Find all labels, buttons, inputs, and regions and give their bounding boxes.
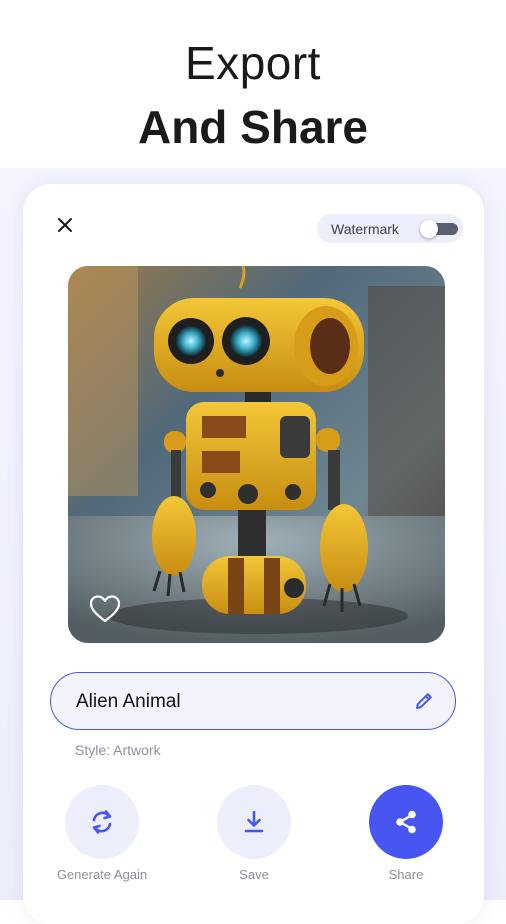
save-button[interactable] bbox=[217, 785, 291, 859]
generate-again-button[interactable] bbox=[65, 785, 139, 859]
prompt-title-text: Alien Animal bbox=[76, 691, 181, 712]
close-button[interactable] bbox=[50, 210, 80, 240]
robot-illustration bbox=[68, 266, 445, 643]
promo-title-line1: Export bbox=[185, 37, 321, 89]
share-label: Share bbox=[388, 867, 424, 882]
refresh-icon bbox=[92, 810, 112, 834]
prompt-title-field[interactable]: Alien Animal bbox=[50, 672, 456, 730]
pencil-icon bbox=[416, 693, 432, 709]
heart-outline-icon bbox=[89, 595, 121, 623]
generated-artwork-image bbox=[68, 266, 445, 643]
favorite-button[interactable] bbox=[88, 593, 122, 625]
watermark-label: Watermark bbox=[331, 221, 399, 237]
download-icon bbox=[244, 810, 264, 833]
save-label: Save bbox=[239, 867, 269, 882]
edit-title-button[interactable] bbox=[413, 690, 435, 712]
promo-title-line2: And Share bbox=[137, 101, 369, 153]
generate-again-label: Generate Again bbox=[56, 867, 148, 882]
toggle-thumb bbox=[420, 220, 438, 238]
share-button[interactable] bbox=[369, 785, 443, 859]
close-icon bbox=[58, 218, 72, 232]
watermark-toggle[interactable] bbox=[420, 220, 458, 238]
style-caption: Style: Artwork bbox=[75, 742, 161, 758]
share-icon bbox=[396, 810, 416, 834]
